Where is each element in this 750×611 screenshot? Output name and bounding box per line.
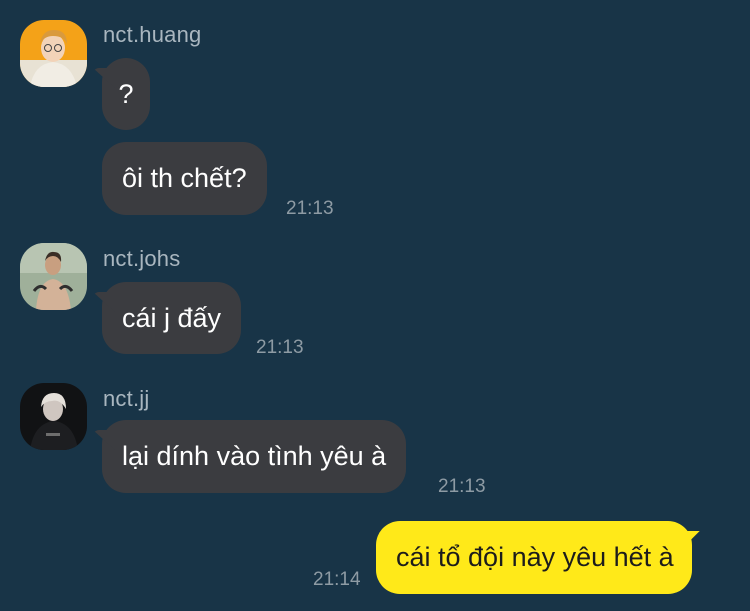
sender-name: nct.jj — [103, 386, 150, 411]
avatar-nct-huang[interactable] — [20, 20, 87, 87]
my-message-bubble[interactable]: cái tổ đội này yêu hết à — [376, 521, 692, 594]
profile-photo-icon — [20, 20, 87, 87]
message-timestamp: 21:13 — [438, 476, 486, 497]
message-bubble[interactable]: ôi th chết? — [102, 142, 267, 215]
message-bubble[interactable]: cái j đấy — [102, 282, 242, 354]
sender-name: nct.huang — [103, 22, 202, 47]
message-timestamp: 21:13 — [286, 198, 334, 219]
avatar-nct-johs[interactable] — [20, 243, 87, 310]
message-bubble[interactable]: ? — [102, 58, 150, 130]
profile-photo-icon — [20, 243, 87, 310]
message-timestamp: 21:13 — [256, 337, 304, 358]
profile-photo-icon — [20, 383, 87, 450]
message-bubble[interactable]: lại dính vào tình yêu à — [102, 420, 407, 493]
sender-name: nct.johs — [103, 246, 181, 271]
avatar-nct-jj[interactable] — [20, 383, 87, 450]
message-timestamp: 21:14 — [313, 569, 361, 590]
